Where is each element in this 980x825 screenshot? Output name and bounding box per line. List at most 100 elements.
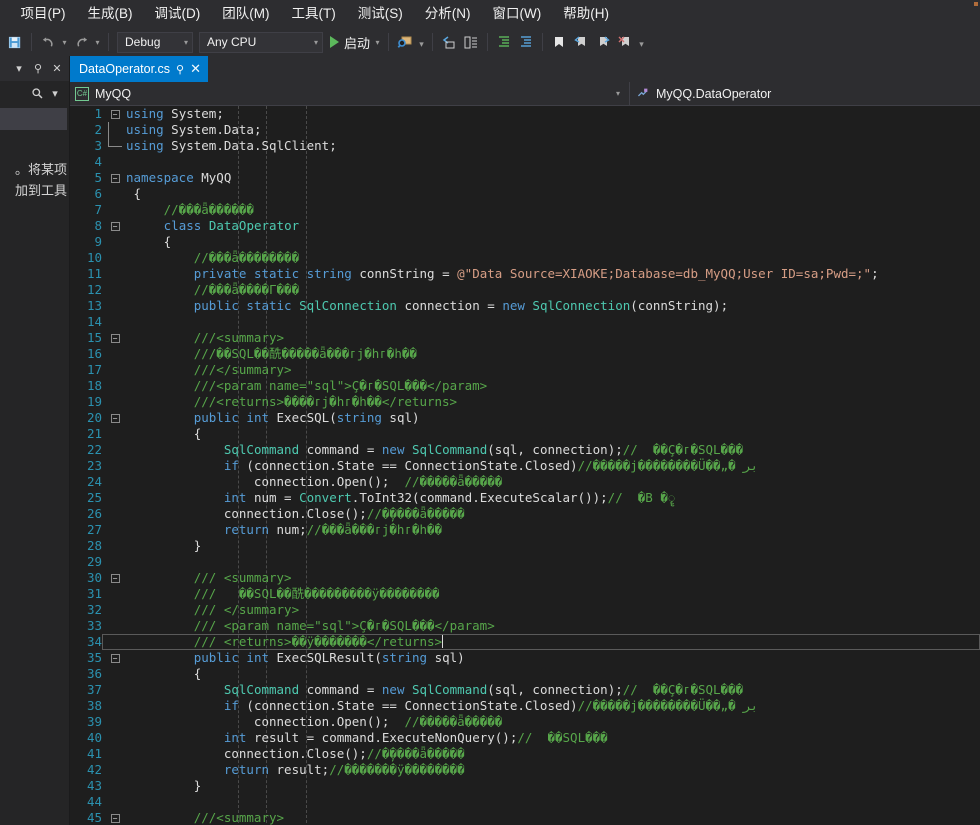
increase-indent-icon[interactable] [515, 31, 537, 53]
decrease-indent-icon[interactable] [493, 31, 515, 53]
menu-item-2[interactable]: 生成(B) [77, 1, 144, 27]
fold-toggle-icon[interactable]: − [108, 218, 122, 234]
start-debug-button[interactable]: 启动 [326, 31, 372, 53]
code-line[interactable]: 11 private static string connString = @"… [70, 266, 980, 282]
close-tab-icon[interactable]: ✕ [190, 61, 201, 77]
code-line[interactable]: 10 //���ǟ�������� [70, 250, 980, 266]
line-number: 28 [86, 538, 102, 553]
code-line[interactable]: 36 { [70, 666, 980, 682]
fold-toggle-icon[interactable]: − [108, 810, 122, 825]
code-line[interactable]: 41 connection.Close();//�̦����ǟ����� [70, 746, 980, 762]
code-line[interactable]: 42 return result;//�������ÿ�������� [70, 762, 980, 778]
toolbar-overflow-icon[interactable]: ▾ [636, 34, 647, 56]
code-line[interactable]: 34 /// <returns>��ÿ�������</returns> [70, 634, 980, 650]
code-line[interactable]: 45− ///<summary> [70, 810, 980, 825]
code-line[interactable]: 2 using System.Data; [70, 122, 980, 138]
close-icon[interactable]: ✕ [49, 62, 65, 75]
outline-bar [108, 538, 122, 554]
code-line[interactable]: 22 SqlCommand command = new SqlCommand(s… [70, 442, 980, 458]
code-line[interactable]: 35− public int ExecSQLResult(string sql) [70, 650, 980, 666]
code-line[interactable]: 3 using System.Data.SqlClient; [70, 138, 980, 154]
toolbox-selected-node[interactable] [0, 108, 67, 130]
fold-toggle-icon[interactable]: − [108, 170, 122, 186]
code-line[interactable]: 20− public int ExecSQL(string sql) [70, 410, 980, 426]
fold-toggle-icon[interactable]: − [108, 570, 122, 586]
code-line[interactable]: 13 public static SqlConnection connectio… [70, 298, 980, 314]
code-line[interactable]: 15− ///<summary> [70, 330, 980, 346]
fold-toggle-icon[interactable]: − [108, 106, 122, 122]
code-line[interactable]: 31 /// ��SQL��酰���������ÿ�������� [70, 586, 980, 602]
code-line[interactable]: 40 int result = command.ExecuteNonQuery(… [70, 730, 980, 746]
code-editor-surface[interactable]: 1− using System; 2 using System.Data; 3 using… [70, 106, 980, 825]
redo-icon[interactable] [70, 31, 92, 53]
code-line[interactable]: 25 int num = Convert.ToInt32(command.Exe… [70, 490, 980, 506]
code-text: { [126, 186, 142, 201]
code-line[interactable]: 43 } [70, 778, 980, 794]
menu-item-5[interactable]: 工具(T) [281, 1, 347, 27]
menu-item-8[interactable]: 窗口(W) [482, 1, 553, 27]
toolbox-search-row[interactable]: ▾ [0, 81, 69, 105]
code-text: int result = command.ExecuteNonQuery();/… [223, 730, 608, 745]
code-line[interactable]: 12 //���ǟ����Γ��� [70, 282, 980, 298]
menu-item-3[interactable]: 调试(D) [144, 1, 212, 27]
find-overflow-icon[interactable]: ▾ [416, 34, 427, 56]
code-line[interactable]: 1− using System; [70, 106, 980, 122]
code-line[interactable]: 30− /// <summary> [70, 570, 980, 586]
menu-item-1[interactable]: 项目(P) [10, 1, 77, 27]
save-all-icon[interactable] [4, 31, 26, 53]
code-line[interactable]: 39 connection.Open(); //�����ǟ����� [70, 714, 980, 730]
start-dropdown-icon[interactable]: ▾ [372, 31, 383, 53]
menu-item-6[interactable]: 测试(S) [347, 1, 414, 27]
previous-bookmark-icon[interactable] [570, 31, 592, 53]
menu-item-4[interactable]: 团队(M) [211, 1, 280, 27]
menu-item-9[interactable]: 帮助(H) [552, 1, 620, 27]
fold-toggle-icon[interactable]: − [108, 410, 122, 426]
code-text: /// <returns>��ÿ�������</returns> [126, 634, 444, 649]
find-in-files-icon[interactable] [394, 31, 416, 53]
code-line[interactable]: 5− namespace MyQQ [70, 170, 980, 186]
code-line[interactable]: 37 SqlCommand command = new SqlCommand(s… [70, 682, 980, 698]
code-line[interactable]: 32 /// </summary> [70, 602, 980, 618]
fold-toggle-icon[interactable]: − [108, 650, 122, 666]
tab-dataoperator-cs[interactable]: DataOperator.cs ⚲ ✕ [70, 56, 208, 82]
bookmark-icon[interactable] [548, 31, 570, 53]
code-line[interactable]: 4 [70, 154, 980, 170]
code-line[interactable]: 17 ///</summary> [70, 362, 980, 378]
menu-item-7[interactable]: 分析(N) [414, 1, 482, 27]
code-line[interactable]: 7 //���ǟ������ [70, 202, 980, 218]
code-line[interactable]: 14 [70, 314, 980, 330]
redo-dropdown-icon[interactable]: ▾ [92, 31, 103, 53]
code-line[interactable]: 23 if (connection.State == ConnectionSta… [70, 458, 980, 474]
solution-platform-combo[interactable]: Any CPU ▾ [199, 31, 323, 53]
code-line[interactable]: 16 ///��SQL��酰�����ǟ���ᴦj�hᴦ�h�� [70, 346, 980, 362]
code-line[interactable]: 29 [70, 554, 980, 570]
code-line[interactable]: 33 /// <param name="sql">Ç�ᴦ�SQL���</par… [70, 618, 980, 634]
type-dropdown[interactable]: MyQQ.DataOperator [630, 82, 980, 105]
pin-tab-icon[interactable]: ⚲ [176, 63, 184, 76]
fold-toggle-icon[interactable]: − [108, 330, 122, 346]
code-line[interactable]: 44 [70, 794, 980, 810]
code-line[interactable]: 9 { [70, 234, 980, 250]
clear-bookmarks-icon[interactable] [614, 31, 636, 53]
undo-dropdown-icon[interactable]: ▾ [59, 31, 70, 53]
code-line[interactable]: 24 connection.Open(); //�����ǟ����� [70, 474, 980, 490]
code-line[interactable]: 8− class DataOperator [70, 218, 980, 234]
solution-configuration-combo[interactable]: Debug ▾ [117, 31, 193, 53]
code-line[interactable]: 6 { [70, 186, 980, 202]
chevron-down-icon[interactable]: ▾ [47, 87, 63, 100]
pin-icon[interactable]: ⚲ [30, 62, 46, 75]
navigate-forward-icon[interactable] [460, 31, 482, 53]
undo-icon[interactable] [37, 31, 59, 53]
next-bookmark-icon[interactable] [592, 31, 614, 53]
window-dropdown-icon[interactable]: ▾ [11, 62, 27, 75]
code-line[interactable]: 28 } [70, 538, 980, 554]
code-line[interactable]: 19 ///<returns>����ᴦj�hᴦ�h��</returns> [70, 394, 980, 410]
code-line[interactable]: 21 { [70, 426, 980, 442]
code-line[interactable]: 27 return num;//���ǟ���ᴦj�hᴦ�h�� [70, 522, 980, 538]
code-line[interactable]: 26 connection.Close();//�̦����ǟ����� [70, 506, 980, 522]
code-line[interactable]: 38 if (connection.State == ConnectionSta… [70, 698, 980, 714]
code-line[interactable]: 18 ///<param name="sql">Ç�ᴦ�SQL���</para… [70, 378, 980, 394]
namespace-dropdown[interactable]: C# MyQQ ▾ [70, 82, 630, 105]
menu-item-0[interactable]: ) [0, 1, 10, 27]
navigate-backward-icon[interactable] [438, 31, 460, 53]
